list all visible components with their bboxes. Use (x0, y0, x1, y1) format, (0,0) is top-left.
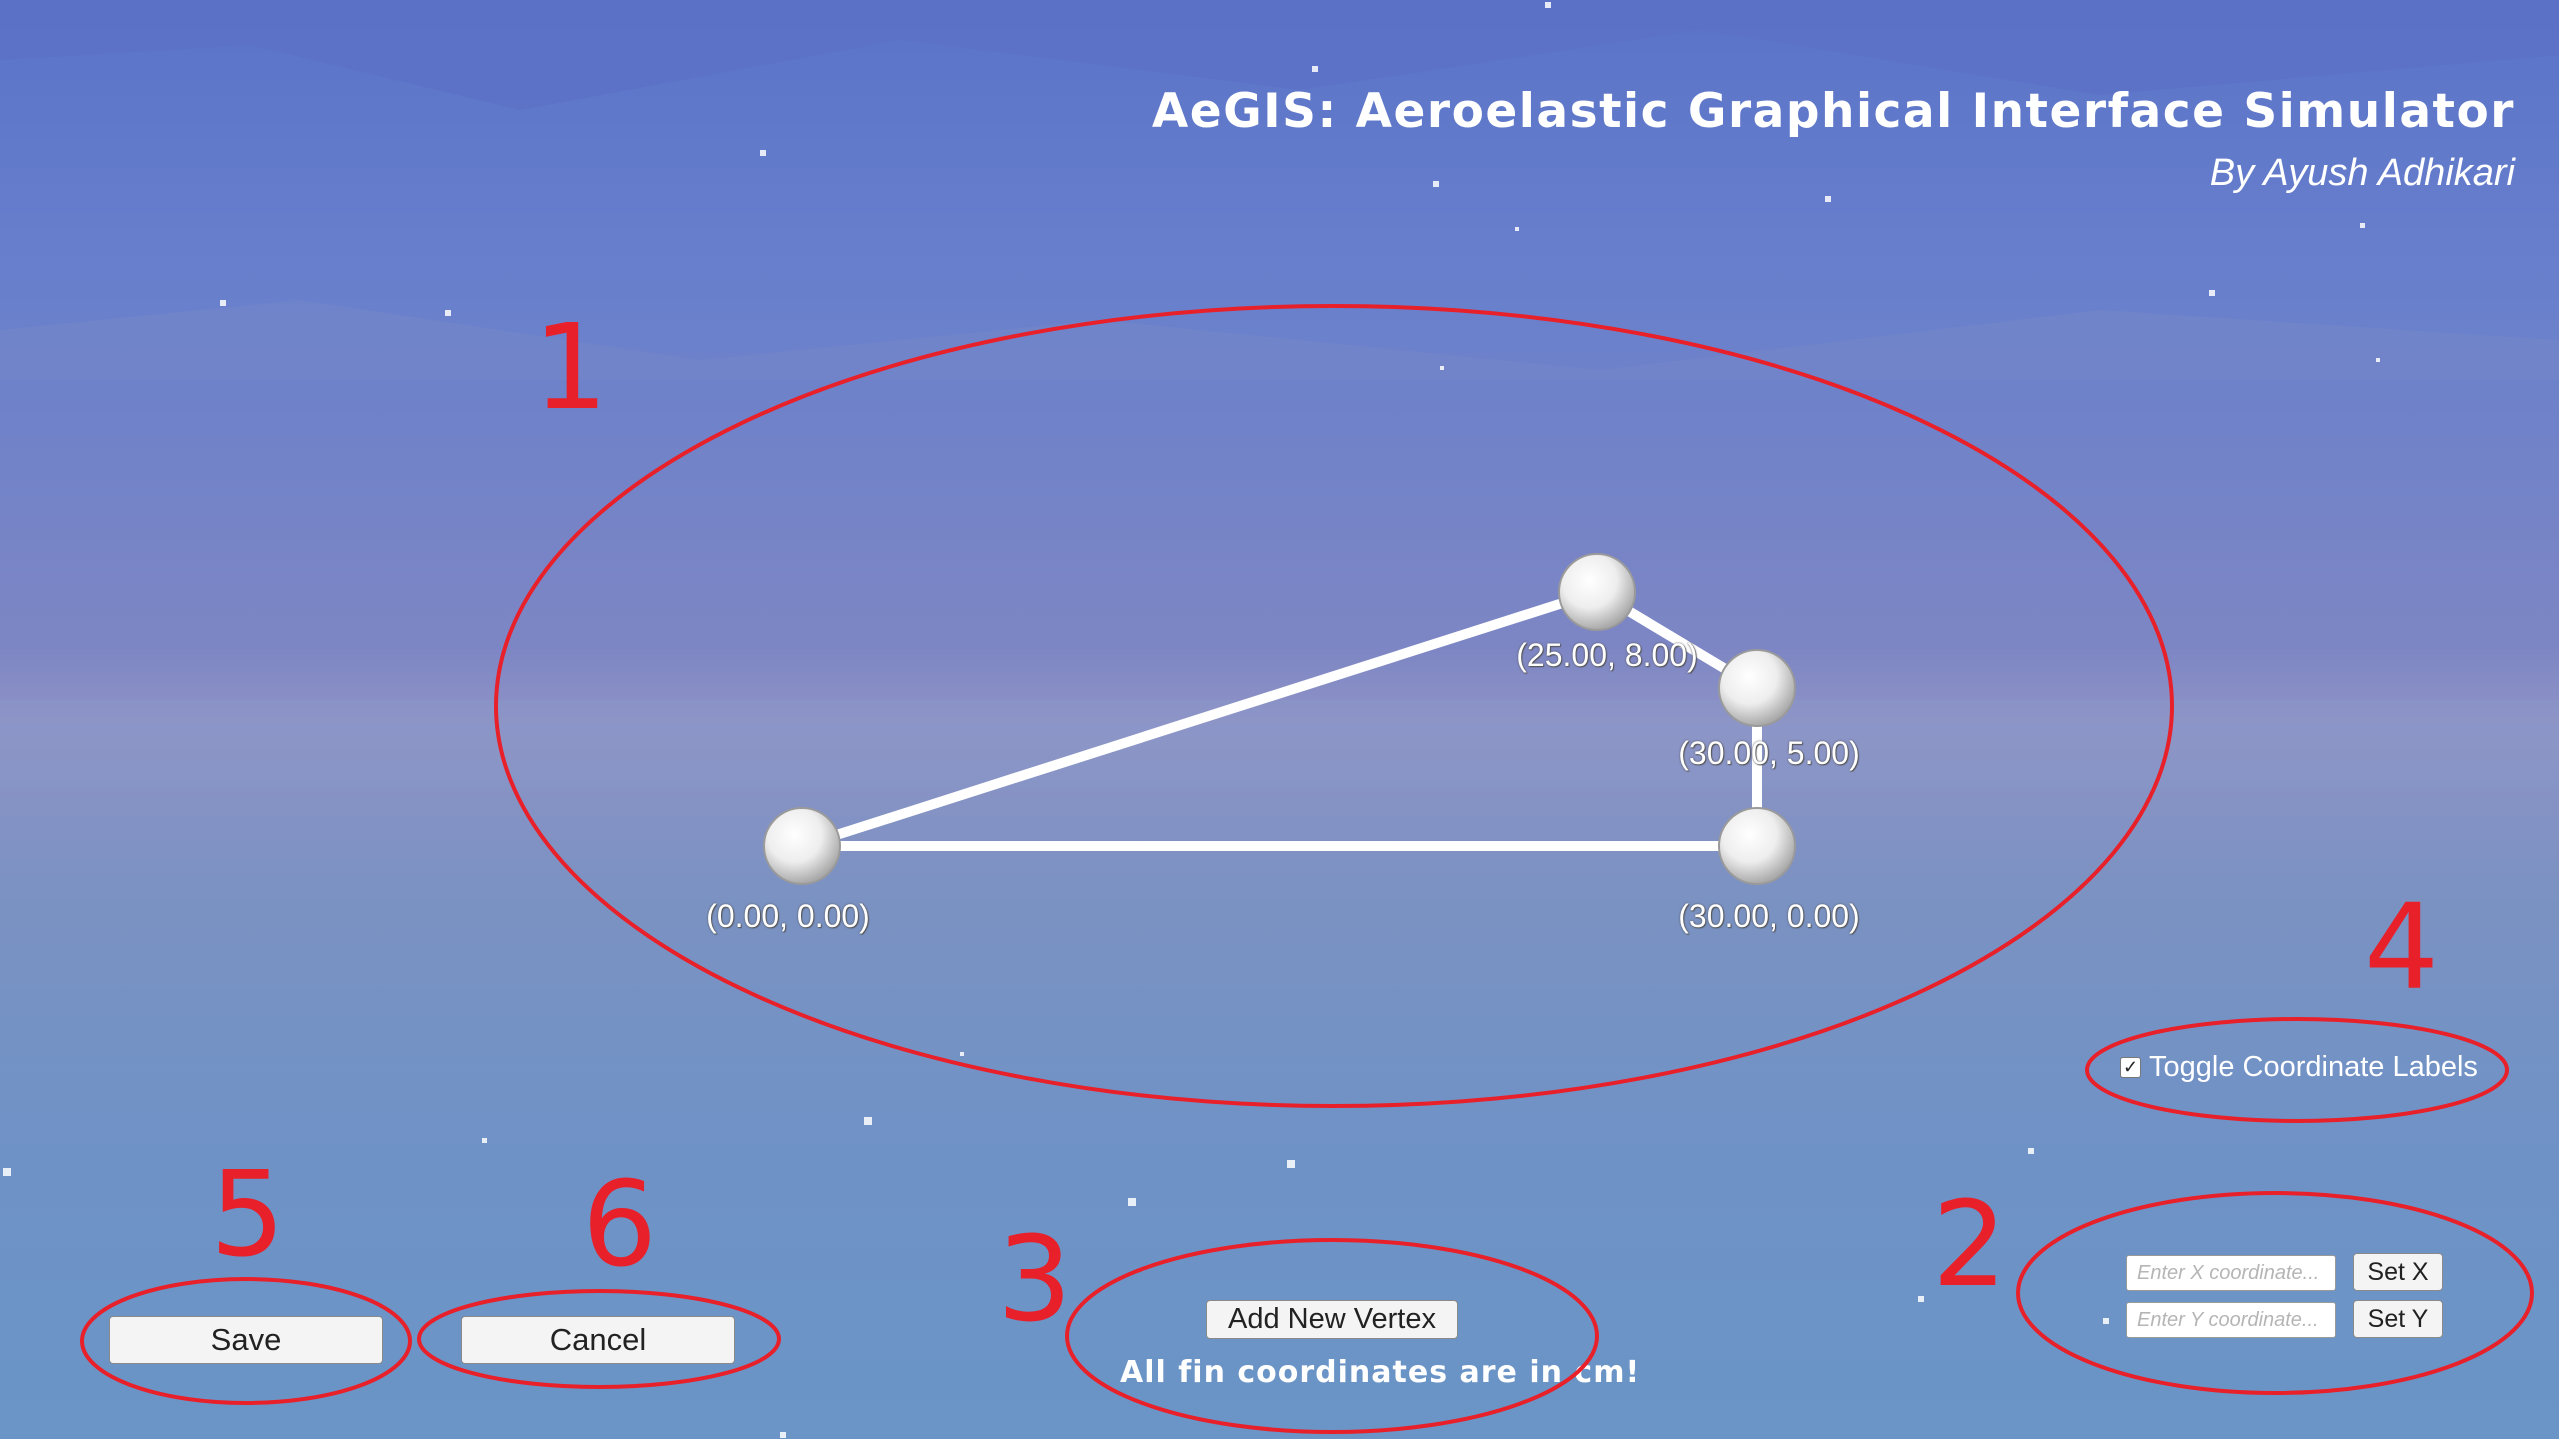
annotation-overlay (80, 304, 2534, 1434)
annotation-ellipse (1065, 1238, 1599, 1434)
annotation-ellipse (2085, 1017, 2509, 1123)
annotation-marker-6: 6 (582, 1155, 658, 1293)
annotation-marker-3: 3 (997, 1210, 1073, 1348)
annotation-marker-1: 1 (533, 298, 609, 436)
annotation-marker-5: 5 (210, 1145, 286, 1283)
annotation-ellipse (417, 1289, 781, 1389)
annotation-ellipse (494, 304, 2174, 1108)
annotation-ellipse (80, 1277, 412, 1405)
annotation-marker-4: 4 (2364, 878, 2440, 1016)
annotation-ellipse (2016, 1191, 2534, 1395)
annotation-marker-2: 2 (1932, 1175, 2008, 1313)
